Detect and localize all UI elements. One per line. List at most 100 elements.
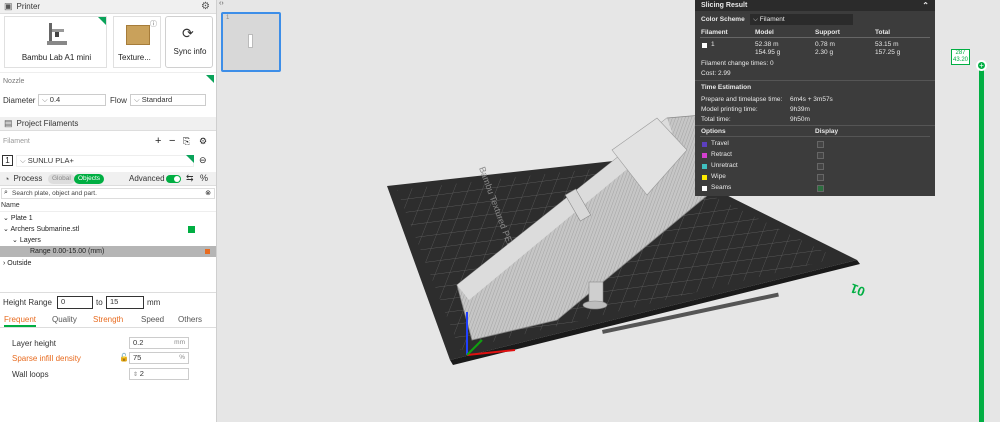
unlock-icon[interactable]: 🔓 (119, 353, 129, 362)
layer-height-value: 0.2 (133, 338, 144, 347)
diameter-label: Diameter (3, 96, 36, 105)
filament-sync-icon[interactable]: ⎘ (183, 136, 190, 147)
filament-name: SUNLU PLA+ (27, 156, 74, 165)
sparse-infill-label: Sparse infill density (12, 354, 81, 363)
layers-label: Layers (19, 237, 41, 244)
compare-icon[interactable]: ⇆ (186, 173, 194, 184)
option-display-checkbox[interactable] (817, 174, 824, 181)
support-weight: 2.30 g (815, 49, 834, 56)
wall-loops-stepper[interactable]: ⇕ 2 (129, 368, 189, 380)
percent-icon[interactable]: % (200, 173, 208, 183)
advanced-switch[interactable] (166, 175, 181, 183)
total-time-value: 9h50m (790, 116, 810, 123)
collapse-panel-icon[interactable]: ⌃ (922, 0, 929, 11)
search-icon: ⌕ (4, 189, 8, 196)
diameter-select[interactable]: ⌵ 0.4 (38, 94, 106, 106)
support-header: Support (815, 29, 840, 36)
tree-object-row[interactable]: ⌄ Archers Submarine.stl (0, 224, 216, 235)
printer-image (47, 23, 67, 45)
tab-others[interactable]: Others (178, 315, 202, 324)
search-placeholder: Search plate, object and part. (12, 190, 97, 197)
tree-layers-row[interactable]: ⌄ Layers (0, 235, 216, 246)
info-icon[interactable]: ⓘ (150, 19, 157, 29)
global-toggle[interactable]: Global (48, 174, 75, 184)
remove-filament-row-icon[interactable]: ⊖ (199, 155, 207, 166)
sync-label: Sync info (173, 47, 207, 56)
printer-card[interactable]: Bambu Lab A1 mini (4, 16, 107, 68)
color-scheme-select[interactable]: ⌵ Filament (750, 14, 853, 25)
tab-frequent[interactable]: Frequent (4, 315, 37, 327)
objects-toggle[interactable]: Objects (74, 174, 105, 184)
slicing-result-title: Slicing Result (701, 2, 748, 9)
flow-select[interactable]: ⌵ Standard (130, 94, 206, 106)
slicing-result-panel: Slicing Result ⌃ Color Scheme ⌵ Filament… (695, 0, 935, 196)
diameter-value: 0.4 (49, 95, 61, 104)
add-filament-icon[interactable]: + (155, 135, 161, 147)
option-color-swatch (702, 186, 707, 191)
filament-corner-marker (186, 155, 194, 163)
process-title: Process (13, 174, 43, 183)
model-print-time-value: 9h39m (790, 106, 810, 113)
tree-range-row[interactable]: Range 0.00-15.00 (mm) (0, 246, 216, 257)
option-label: Unretract (711, 162, 738, 169)
nozzle-corner-marker (206, 75, 214, 83)
filament-select[interactable]: ⌵ SUNLU PLA+ (16, 155, 194, 167)
printer-corner-marker (98, 17, 106, 25)
tree-plate-row[interactable]: ⌄ Plate 1 (0, 213, 216, 224)
tab-speed[interactable]: Speed (141, 315, 164, 324)
layer-slider-handle[interactable]: + (976, 60, 987, 71)
left-sidebar: ▣ Printer ⚙ Bambu Lab A1 mini ⓘ Texture.… (0, 0, 217, 422)
filament-row-id: 1 (711, 41, 715, 48)
plate-name: Plate 1 (10, 215, 33, 222)
option-display-checkbox[interactable] (817, 185, 824, 192)
option-display-checkbox[interactable] (817, 141, 824, 148)
remove-filament-icon[interactable]: − (169, 135, 175, 147)
option-display-checkbox[interactable] (817, 163, 824, 170)
clear-search-icon[interactable]: ⊗ (205, 189, 211, 197)
filament-settings-icon[interactable]: ⚙ (199, 136, 207, 147)
option-label: Retract (711, 151, 732, 158)
filament-change-times: Filament change times: 0 (701, 60, 774, 67)
option-color-swatch (702, 175, 707, 180)
range-label: Range 0.00-15.00 (mm) (30, 248, 105, 255)
height-to-label: to (96, 298, 103, 307)
layer-slider-track[interactable] (979, 64, 984, 422)
model-weight: 154.95 g (755, 49, 781, 56)
printer-name: Bambu Lab A1 mini (21, 53, 92, 62)
model-header: Model (755, 29, 774, 36)
layer-height-input[interactable]: 0.2 mm (129, 337, 189, 349)
option-display-checkbox[interactable] (817, 152, 824, 159)
sparse-infill-unit: % (179, 354, 185, 361)
options-header: Options (701, 128, 726, 135)
option-label: Travel (711, 140, 729, 147)
tab-strength[interactable]: Strength (93, 315, 123, 324)
sparse-infill-value: 75 (133, 353, 142, 362)
filaments-title: Project Filaments (16, 119, 79, 128)
plate-label: Texture... (118, 53, 151, 62)
object-visible-checkbox[interactable] (188, 226, 195, 233)
sync-info-button[interactable]: ⟳ Sync info (165, 16, 213, 68)
plate-type-card[interactable]: ⓘ Texture... (113, 16, 161, 68)
sync-icon: ⟳ (182, 25, 194, 41)
option-color-swatch (702, 164, 707, 169)
sparse-infill-input[interactable]: 75% (129, 352, 189, 364)
nozzle-section: Nozzle Diameter ⌵ 0.4 Flow ⌵ Standard (0, 72, 216, 112)
height-from-input[interactable]: 0 (57, 296, 93, 309)
range-setting-icon[interactable] (205, 249, 210, 254)
option-color-swatch (702, 153, 707, 158)
height-to-input[interactable]: 15 (106, 296, 144, 309)
option-label: Wipe (711, 173, 726, 180)
flow-label: Flow (110, 96, 127, 105)
tab-quality[interactable]: Quality (52, 315, 77, 324)
layer-height-mm: 43.20 (952, 57, 968, 63)
advanced-label: Advanced (129, 174, 165, 183)
printer-title: Printer (16, 2, 41, 11)
tree-outside-row[interactable]: › Outside (0, 258, 216, 269)
settings-gear-icon[interactable]: ⚙ (201, 1, 210, 12)
cost-value: Cost: 2.99 (701, 70, 731, 77)
object-search-input[interactable]: ⌕ Search plate, object and part. ⊗ (1, 188, 215, 199)
layer-number: 287 (955, 50, 966, 56)
prepare-time-label: Prepare and timelapse time: (701, 96, 783, 103)
name-column-header: Name (1, 202, 20, 209)
support-length: 0.78 m (815, 41, 835, 48)
